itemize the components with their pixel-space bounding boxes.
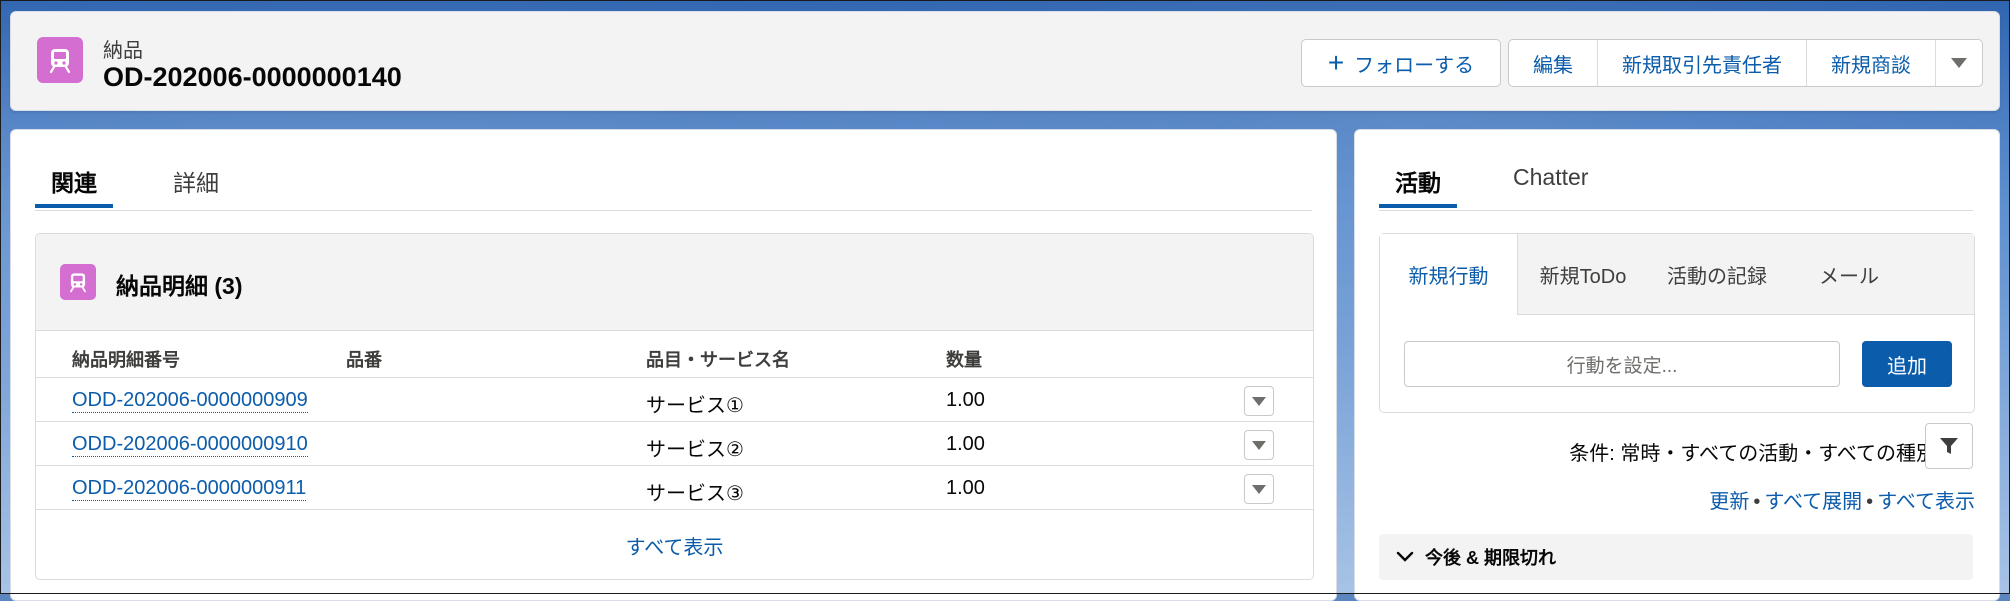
row-qty: 1.00 xyxy=(946,433,985,455)
column-header-part[interactable]: 品番 xyxy=(346,346,382,372)
edit-button[interactable]: 編集 xyxy=(1509,40,1598,86)
row-number-link[interactable]: ODD-202006-0000000909 xyxy=(72,389,308,413)
activity-links: 更新 • すべて展開 • すべて表示 xyxy=(1709,485,1975,514)
row-item: サービス② xyxy=(646,439,744,461)
activity-panel: 活動 Chatter 新規行動 新規ToDo 活動の記録 メール 行動を設定..… xyxy=(1354,129,2000,601)
tab-details[interactable]: 詳細 xyxy=(157,164,235,208)
action-button-group: 編集 新規取引先責任者 新規商談 xyxy=(1508,39,1983,87)
row-item: サービス① xyxy=(646,395,744,417)
subtab-email[interactable]: メール xyxy=(1786,234,1912,314)
chevron-down-icon xyxy=(1252,440,1266,450)
expand-all-link[interactable]: すべて展開 xyxy=(1764,491,1862,513)
chevron-down-icon xyxy=(1951,58,1967,68)
filter-icon xyxy=(1940,438,1958,454)
divider xyxy=(36,421,1313,422)
filter-button[interactable] xyxy=(1925,423,1973,469)
column-header-number[interactable]: 納品明細番号 xyxy=(72,346,180,372)
view-all-link[interactable]: すべて表示 xyxy=(36,531,1313,560)
tab-activity[interactable]: 活動 xyxy=(1379,164,1457,208)
left-tabs: 関連 詳細 xyxy=(35,130,1312,211)
related-list-title[interactable]: 納品明細 (3) xyxy=(116,267,243,301)
refresh-link[interactable]: 更新 xyxy=(1709,491,1749,513)
record-title: OD-202006-0000000140 xyxy=(103,62,402,92)
related-list-header: 納品明細 (3) xyxy=(36,234,1313,331)
tab-chatter[interactable]: Chatter xyxy=(1497,164,1604,208)
right-tabs: 活動 Chatter xyxy=(1379,130,1973,211)
train-icon xyxy=(37,37,83,83)
row-number-link[interactable]: ODD-202006-0000000910 xyxy=(72,433,308,457)
add-button[interactable]: 追加 xyxy=(1862,341,1952,387)
related-list-card: 納品明細 (3) 納品明細番号 品番 品目・サービス名 数量 ODD-20200… xyxy=(35,233,1314,580)
separator-dot: • xyxy=(1753,491,1761,513)
more-actions-button[interactable] xyxy=(1936,40,1982,86)
object-type-label: 納品 xyxy=(103,40,143,62)
subtab-new-event[interactable]: 新規行動 xyxy=(1380,234,1518,315)
follow-label: フォローする xyxy=(1354,54,1475,77)
activity-composer: 新規行動 新規ToDo 活動の記録 メール 行動を設定... 追加 xyxy=(1379,233,1975,413)
subtab-log-call[interactable]: 活動の記録 xyxy=(1648,234,1786,314)
column-header-qty[interactable]: 数量 xyxy=(946,346,982,372)
section-label: 今後 & 期限切れ xyxy=(1425,548,1557,568)
new-opportunity-button[interactable]: 新規商談 xyxy=(1807,40,1936,86)
divider xyxy=(36,465,1313,466)
follow-button[interactable]: + フォローする xyxy=(1302,40,1500,86)
chevron-down-icon xyxy=(1393,545,1417,569)
upcoming-overdue-section[interactable]: 今後 & 期限切れ xyxy=(1379,534,1973,580)
subtab-new-todo[interactable]: 新規ToDo xyxy=(1518,234,1648,314)
record-header: 納品 OD-202006-0000000140 + フォローする 編集 新規取引… xyxy=(10,11,2000,111)
new-contact-button[interactable]: 新規取引先責任者 xyxy=(1598,40,1807,86)
divider xyxy=(36,377,1313,378)
row-number-link[interactable]: ODD-202006-0000000911 xyxy=(72,477,307,501)
related-panel: 関連 詳細 納品明細 (3) 納品明細番号 品番 品目・サービス名 数量 ODD… xyxy=(10,129,1337,601)
row-qty: 1.00 xyxy=(946,477,985,499)
view-all-link[interactable]: すべて表示 xyxy=(1877,491,1975,513)
event-subject-input[interactable]: 行動を設定... xyxy=(1404,341,1840,387)
train-icon xyxy=(60,264,96,300)
row-menu-button[interactable] xyxy=(1244,430,1274,460)
row-menu-button[interactable] xyxy=(1244,474,1274,504)
separator-dot: • xyxy=(1866,491,1874,513)
filter-summary: 条件: 常時・すべての活動・すべての種別 xyxy=(1569,443,1936,465)
tab-related[interactable]: 関連 xyxy=(35,164,113,208)
plus-icon: + xyxy=(1327,47,1345,78)
column-header-item[interactable]: 品目・サービス名 xyxy=(646,346,790,372)
activity-subtabs: 新規行動 新規ToDo 活動の記録 メール xyxy=(1380,234,1974,315)
follow-button-group: + フォローする xyxy=(1301,39,1501,87)
chevron-down-icon xyxy=(1252,484,1266,494)
row-item: サービス③ xyxy=(646,483,744,505)
chevron-down-icon xyxy=(1252,396,1266,406)
row-menu-button[interactable] xyxy=(1244,386,1274,416)
divider xyxy=(36,509,1313,510)
row-qty: 1.00 xyxy=(946,389,985,411)
